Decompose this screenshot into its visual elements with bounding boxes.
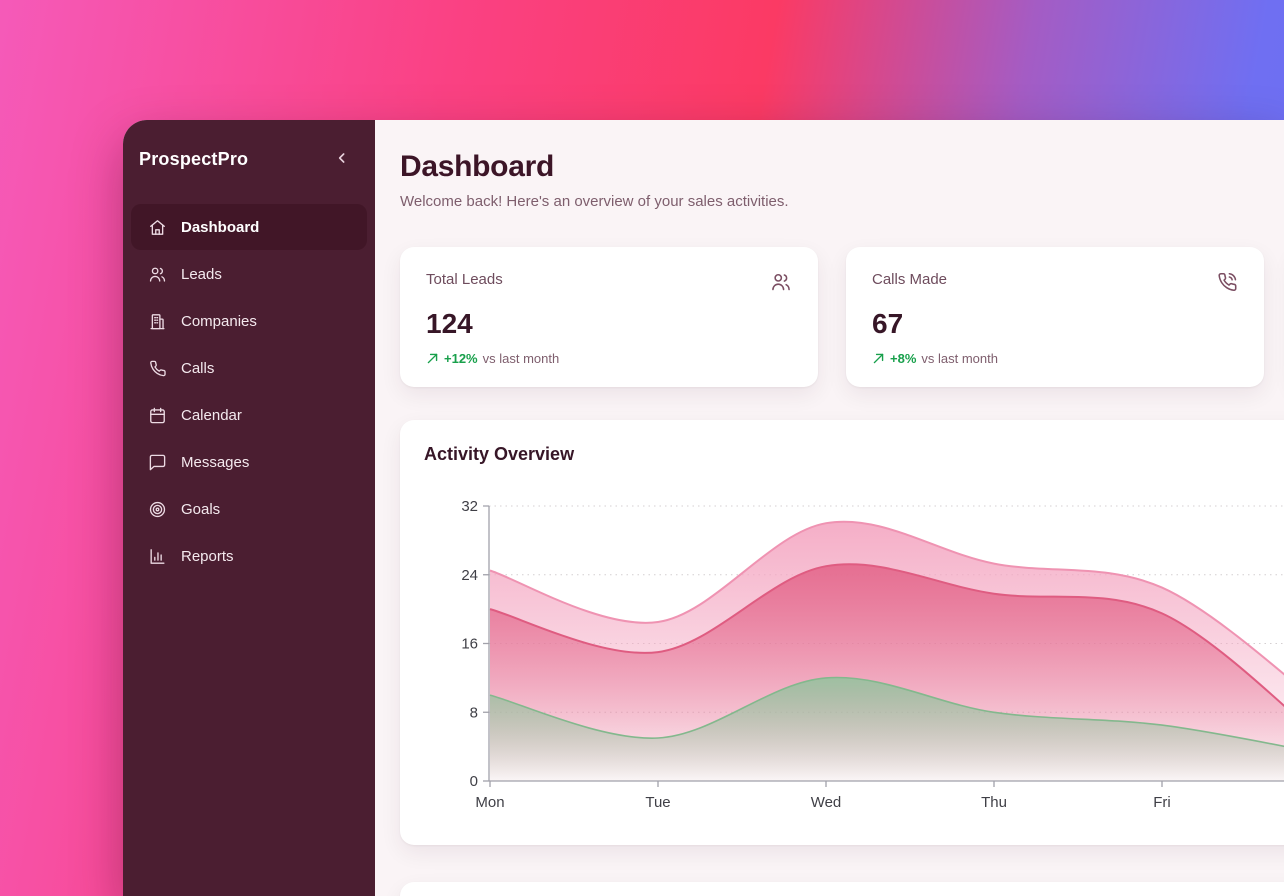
sidebar-item-label: Calls [181, 360, 214, 377]
y-tick-label: 0 [470, 773, 478, 790]
stat-value: 124 [426, 308, 792, 340]
sidebar-item-label: Reports [181, 548, 234, 565]
sidebar-item-label: Goals [181, 501, 220, 518]
trend-up-icon [872, 352, 885, 365]
sidebar-collapse-button[interactable] [329, 146, 355, 172]
stat-trend-note: vs last month [483, 351, 560, 366]
users-icon [770, 271, 792, 298]
message-icon [147, 452, 167, 472]
sidebar-item-goals[interactable]: Goals [131, 486, 367, 532]
sidebar-item-leads[interactable]: Leads [131, 251, 367, 297]
calendar-icon [147, 405, 167, 425]
sidebar-item-companies[interactable]: Companies [131, 298, 367, 344]
stat-value: 67 [872, 308, 1238, 340]
stat-trend-percent: +8% [890, 351, 916, 366]
stat-trend-percent: +12% [444, 351, 478, 366]
users-icon [147, 264, 167, 284]
stats-row: Total Leads124+12%vs last monthCalls Mad… [400, 247, 1284, 387]
page-title: Dashboard [400, 150, 1284, 184]
activity-chart: 08162432MonTueWedThuFriSat [424, 469, 1284, 821]
sidebar-item-calendar[interactable]: Calendar [131, 392, 367, 438]
building-icon [147, 311, 167, 331]
sidebar-item-calls[interactable]: Calls [131, 345, 367, 391]
y-tick-label: 32 [461, 498, 478, 515]
partial-bottom-card [400, 882, 1284, 896]
y-tick-label: 8 [470, 704, 478, 721]
chart-title: Activity Overview [424, 444, 1284, 465]
stat-card-calls-made: Calls Made 67 +8% vs last month [846, 247, 1264, 387]
main-content: Dashboard Welcome back! Here's an overvi… [375, 120, 1284, 896]
sidebar-item-label: Dashboard [181, 219, 259, 236]
y-tick-label: 16 [461, 636, 478, 653]
x-tick-label: Fri [1153, 794, 1171, 811]
phone-icon [147, 358, 167, 378]
phone-call-icon [1216, 271, 1238, 298]
stat-label: Calls Made [872, 271, 947, 288]
home-icon [147, 217, 167, 237]
page-background: ProspectPro Dashboard Leads Companies Calls… [0, 0, 1284, 896]
activity-overview-card: Activity Overview 0 8 16 24 32 Mon Tue Wed Thu Fr… [400, 420, 1284, 845]
app-window: ProspectPro Dashboard Leads Companies Calls… [123, 120, 1284, 896]
x-tick-label: Mon [475, 794, 504, 811]
sidebar-item-dashboard[interactable]: Dashboard [131, 204, 367, 250]
sidebar-item-label: Messages [181, 454, 249, 471]
trend-up-icon [426, 352, 439, 365]
sidebar-header: ProspectPro [131, 142, 367, 176]
sidebar-item-label: Leads [181, 266, 222, 283]
sidebar-item-label: Companies [181, 313, 257, 330]
x-tick-label: Tue [645, 794, 670, 811]
sidebar: ProspectPro Dashboard Leads Companies Calls… [123, 120, 375, 896]
app-title: ProspectPro [139, 149, 248, 170]
sidebar-nav: Dashboard Leads Companies Calls Calendar Mess… [131, 204, 367, 579]
stat-card-total-leads: Total Leads 124 +12% vs last month [400, 247, 818, 387]
sidebar-item-label: Calendar [181, 407, 242, 424]
bar-chart-icon [147, 546, 167, 566]
sidebar-item-messages[interactable]: Messages [131, 439, 367, 485]
page-subtitle: Welcome back! Here's an overview of your… [400, 193, 1284, 210]
target-icon [147, 499, 167, 519]
sidebar-item-reports[interactable]: Reports [131, 533, 367, 579]
x-tick-label: Wed [811, 794, 842, 811]
area-chart-svg: 08162432MonTueWedThuFriSat [424, 469, 1284, 821]
chevron-left-icon [334, 150, 350, 169]
stat-label: Total Leads [426, 271, 503, 288]
x-tick-label: Thu [981, 794, 1007, 811]
y-tick-label: 24 [461, 567, 478, 584]
stat-trend-note: vs last month [921, 351, 998, 366]
